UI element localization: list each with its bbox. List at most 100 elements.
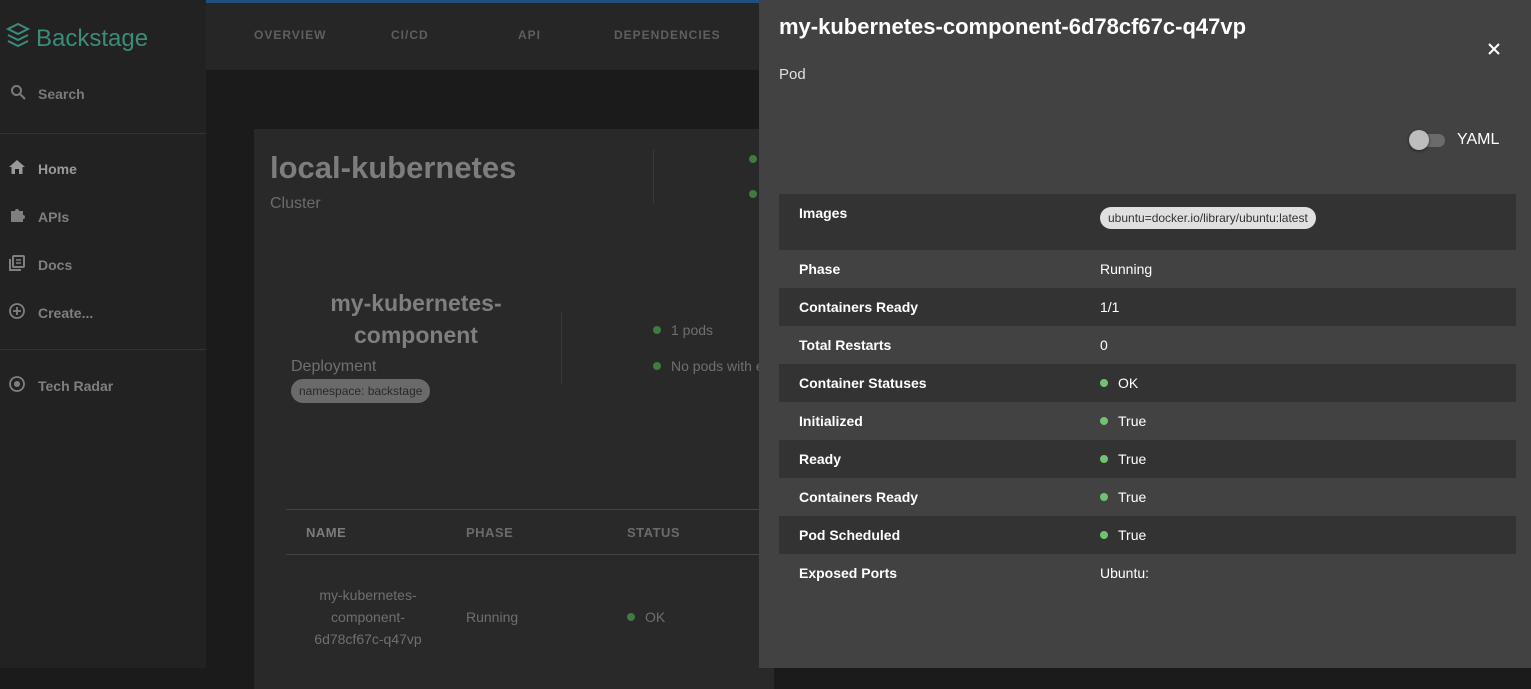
sidebar-item-label: APIs [38,208,70,225]
yaml-toggle-label: YAML [1457,131,1500,148]
status-ok-dot [1100,455,1108,463]
sidebar-item-label: Home [38,160,77,177]
stat-text: No pods with e [671,358,764,374]
detail-value: True [1100,451,1146,467]
sidebar-item-tech-radar[interactable]: Tech Radar [8,375,113,396]
status-dot [749,155,757,163]
detail-value: OK [1100,375,1138,391]
detail-value: True [1100,413,1146,429]
detail-key: Containers Ready [799,299,919,315]
status-text: True [1118,489,1147,505]
library-books-icon [8,254,26,275]
namespace-chip: namespace: backstage [291,379,431,403]
column-header-status[interactable]: STATUS [627,525,680,540]
home-icon [8,158,26,179]
detail-row-total-restarts: Total Restarts 0 [779,326,1516,364]
status-ok-dot [1100,417,1108,425]
detail-row-exposed-ports: Exposed Ports Ubuntu: [779,554,1516,592]
sidebar-item-create[interactable]: Create... [8,302,93,323]
backstage-logo-icon [5,22,31,55]
pods-count-stat: 1 pods [653,322,713,338]
sidebar-item-label: Docs [38,256,73,273]
vertical-divider [653,150,654,204]
deployment-name: my-kubernetes-component [330,290,502,348]
status-text: OK [645,609,666,625]
detail-key: Container Statuses [799,375,927,391]
pods-errors-stat: No pods with e [653,358,764,374]
detail-key: Ready [799,451,842,467]
table-divider [286,509,766,510]
detail-key: Containers Ready [799,489,919,505]
tab-overview[interactable]: OVERVIEW [254,28,326,42]
pod-name-cell[interactable]: my-kubernetes-component-6d78cf67c-q47vp [300,584,436,650]
status-ok-dot [1100,531,1108,539]
detail-key: Exposed Ports [799,565,898,581]
detail-row-pod-scheduled: Pod Scheduled True [779,516,1516,554]
tab-dependencies[interactable]: DEPENDENCIES [614,28,721,42]
status-ok-dot [1100,379,1108,387]
toggle-thumb [1409,130,1429,150]
detail-key: Initialized [799,413,863,429]
sidebar-item-docs[interactable]: Docs [8,254,72,275]
search-icon [10,84,26,103]
close-icon [1488,43,1500,55]
add-circle-icon [8,302,26,323]
backstage-logo[interactable]: Backstage [5,22,149,55]
sidebar-search[interactable]: Search [10,84,85,103]
sidebar-item-label: Tech Radar [38,377,114,394]
brand-name: Backstage [36,24,149,52]
deployment-kind: Deployment [291,358,377,375]
detail-key: Total Restarts [799,337,892,353]
drawer-subtitle: Pod [779,66,806,83]
pod-details-table: Images ubuntu=docker.io/library/ubuntu:l… [779,194,1516,592]
column-header-name[interactable]: NAME [306,525,346,540]
status-text: True [1118,451,1147,467]
cluster-title: local-kubernetes [270,150,517,185]
detail-key: Images [799,205,848,221]
detail-value: Ubuntu: [1100,565,1150,581]
yaml-toggle[interactable] [1409,130,1447,150]
sidebar-divider [0,133,206,134]
status-dot [627,613,635,621]
puzzle-icon [8,206,26,227]
sidebar-item-apis[interactable]: APIs [8,206,69,227]
column-header-phase[interactable]: PHASE [466,525,513,540]
detail-row-containers-ready-condition: Containers Ready True [779,478,1516,516]
detail-value: ubuntu=docker.io/library/ubuntu:latest [1100,207,1316,229]
pod-details-drawer: my-kubernetes-component-6d78cf67c-q47vp … [759,0,1531,668]
detail-row-ready: Ready True [779,440,1516,478]
search-label: Search [38,85,85,102]
detail-row-containers-ready: Containers Ready 1/1 [779,288,1516,326]
status-dot [653,326,661,334]
sidebar-item-home[interactable]: Home [8,158,77,179]
cluster-subtitle: Cluster [270,195,321,212]
detail-value: True [1100,489,1146,505]
detail-row-container-statuses: Container Statuses OK [779,364,1516,402]
pod-status-cell: OK [627,609,665,625]
image-chip: ubuntu=docker.io/library/ubuntu:latest [1100,207,1316,229]
tab-api[interactable]: API [518,28,541,42]
detail-row-images: Images ubuntu=docker.io/library/ubuntu:l… [779,194,1516,250]
table-divider [286,554,766,555]
detail-value: Running [1100,261,1153,277]
detail-value: True [1100,527,1146,543]
pod-phase-cell: Running [466,609,519,625]
detail-value: 0 [1100,337,1108,353]
detail-row-phase: Phase Running [779,250,1516,288]
close-button[interactable] [1485,40,1503,58]
tab-cicd[interactable]: CI/CD [391,28,429,42]
detail-key: Pod Scheduled [799,527,901,543]
tab-indicator [206,0,806,3]
status-ok-dot [1100,493,1108,501]
vertical-divider [561,312,562,384]
drawer-title: my-kubernetes-component-6d78cf67c-q47vp [779,14,1247,39]
status-dot [653,362,661,370]
detail-key: Phase [799,261,841,277]
status-text: OK [1118,375,1139,391]
status-dot [749,190,757,198]
sidebar: Backstage Search Home APIs Docs Create..… [0,0,206,668]
detail-value: 1/1 [1100,299,1120,315]
sidebar-item-label: Create... [38,304,94,321]
stat-text: 1 pods [671,322,714,338]
sidebar-divider [0,349,206,350]
